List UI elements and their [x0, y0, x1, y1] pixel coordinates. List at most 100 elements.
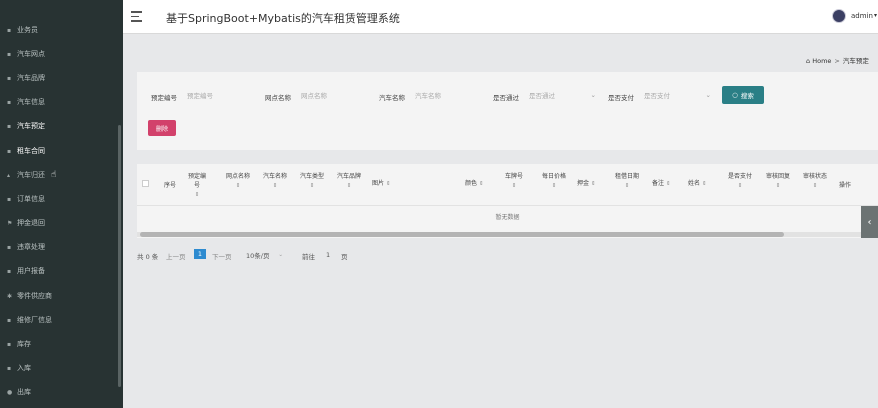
col-header-index[interactable]: 序号: [163, 181, 177, 190]
col-header-name[interactable]: 姓名 ⇕: [688, 179, 714, 189]
grid-icon: ▪: [7, 26, 12, 34]
grid-icon: ▪: [7, 195, 12, 203]
paid-label: 是否支付: [608, 94, 634, 102]
col-header-plate-no[interactable]: 车牌号 ⇕: [501, 172, 527, 191]
sort-icon: ⇕: [309, 183, 315, 189]
chevron-left-icon[interactable]: ‹: [861, 206, 878, 238]
col-header-label: 押金: [577, 180, 590, 187]
col-header-label: 姓名: [688, 180, 701, 187]
sidebar-item-label: 订单信息: [17, 195, 45, 203]
col-header-reservation-no[interactable]: 预定编号 ⇕: [186, 172, 208, 200]
chevron-down-icon[interactable]: ▾: [874, 12, 877, 19]
select-all-checkbox[interactable]: [142, 180, 149, 187]
sidebar-item-stock-in[interactable]: ▪ 入库: [0, 356, 118, 380]
chevron-down-icon: ⌄: [590, 90, 596, 99]
breadcrumb-home[interactable]: Home: [812, 57, 831, 65]
sidebar-item-stock-out[interactable]: ● 出库: [0, 380, 118, 404]
sidebar-item-label: 汽车信息: [17, 98, 45, 106]
pagination-next[interactable]: 下一页: [212, 251, 232, 261]
breadcrumb-separator: >: [834, 57, 840, 65]
col-header-deposit[interactable]: 押金 ⇕: [577, 179, 603, 189]
home-icon: ⌂: [806, 57, 811, 65]
sidebar-item-repair-shops[interactable]: ▪ 维修厂信息: [0, 308, 118, 332]
sort-icon: ⇕: [346, 183, 352, 189]
search-button[interactable]: ○ 搜索: [722, 86, 764, 104]
sidebar-item-suppliers[interactable]: ✱ 零件供应商: [0, 284, 118, 308]
sort-icon: ⇕: [665, 181, 671, 187]
approved-select[interactable]: 是否通过 ⌄: [525, 86, 600, 103]
paid-select[interactable]: 是否支付 ⌄: [640, 86, 715, 103]
grid-icon: ▪: [7, 74, 12, 82]
paid-select-value: 是否支付: [644, 91, 670, 100]
sidebar-item-deposit-refund[interactable]: ⚑ 押金退回: [0, 211, 118, 235]
col-header-review-status[interactable]: 审核状态 ⇕: [799, 172, 831, 191]
search-button-label: 搜索: [740, 92, 754, 100]
goto-label: 前往: [302, 253, 315, 261]
reservation-no-label: 预定编号: [151, 94, 177, 102]
delete-button[interactable]: 删除: [148, 120, 176, 136]
car-name-label: 汽车名称: [379, 94, 405, 102]
user-name[interactable]: admin: [851, 12, 873, 20]
sidebar-item-label: 用户报备: [17, 267, 45, 275]
car-name-input[interactable]: 汽车名称: [411, 86, 481, 103]
sidebar-item-reservation[interactable]: ▪ 汽车预定: [0, 114, 118, 138]
reservation-no-input[interactable]: 预定编号: [183, 86, 253, 103]
goto-page-input[interactable]: 1: [326, 251, 330, 259]
table-scrollbar-thumb[interactable]: [140, 232, 784, 237]
chevron-down-icon: ⌄: [705, 90, 711, 99]
sort-icon: ⇕: [701, 181, 707, 187]
sidebar-item-orders[interactable]: ▪ 订单信息: [0, 187, 118, 211]
chevron-down-icon: ⌄: [278, 251, 283, 258]
branch-name-input[interactable]: 网点名称: [297, 86, 367, 103]
sidebar-item-brands[interactable]: ▪ 汽车品牌: [0, 66, 118, 90]
sort-icon: ⇕: [737, 183, 743, 189]
sidebar-item-salesman[interactable]: ▪ 业务员: [0, 18, 118, 42]
col-header-color[interactable]: 颜色 ⇕: [465, 179, 491, 189]
sidebar-item-inventory[interactable]: ▪ 库存: [0, 332, 118, 356]
col-header-car-name[interactable]: 汽车名称 ⇕: [260, 172, 290, 191]
col-header-label: 预定编号: [187, 173, 206, 189]
col-header-branch-name[interactable]: 网点名称 ⇕: [223, 172, 253, 191]
pagination-page-current[interactable]: 1: [194, 249, 206, 259]
sidebar-item-label: 汽车预定: [17, 122, 45, 130]
gear-icon: ✱: [7, 292, 13, 300]
cursor-icon: ☝: [51, 170, 57, 180]
col-header-remark[interactable]: 备注 ⇕: [652, 179, 678, 189]
col-header-review-reply[interactable]: 审核回复 ⇕: [762, 172, 794, 191]
col-header-car-brand[interactable]: 汽车品牌 ⇕: [334, 172, 364, 191]
app-title: 基于SpringBoot+Mybatis的汽车租赁管理系统: [166, 12, 400, 25]
pin-icon: ●: [7, 388, 13, 396]
col-header-paid[interactable]: 是否支付 ⇕: [724, 172, 756, 191]
sidebar-item-label: 零件供应商: [17, 292, 52, 300]
col-header-image[interactable]: 图片 ⇕: [372, 179, 398, 189]
menu-toggle-icon[interactable]: [131, 11, 142, 22]
col-header-rent-date[interactable]: 租借日期 ⇕: [612, 172, 642, 191]
avatar[interactable]: [832, 9, 846, 23]
pagination-prev[interactable]: 上一页: [166, 251, 186, 261]
flag-icon: ⚑: [7, 219, 13, 227]
sidebar-item-cars[interactable]: ▪ 汽车信息: [0, 90, 118, 114]
col-header-label: 车牌号: [504, 173, 523, 180]
sidebar-item-label: 库存: [17, 340, 31, 348]
branch-name-label: 网点名称: [265, 94, 291, 102]
col-header-car-type[interactable]: 汽车类型 ⇕: [297, 172, 327, 191]
page-size-select[interactable]: 10条/页 ⌄: [243, 249, 285, 260]
sidebar-item-label: 维修厂信息: [17, 316, 52, 324]
sidebar-scrollbar[interactable]: [118, 125, 121, 387]
sidebar-item-violations[interactable]: ▪ 违章处理: [0, 235, 118, 259]
sidebar: ▪ 业务员 ▪ 汽车网点 ▪ 汽车品牌 ▪ 汽车信息 ▪ 汽车预定 ▪ 租车合同 ▴ 汽车归还…: [0, 0, 123, 408]
sidebar-item-user-report[interactable]: ▪ 用户报备: [0, 259, 118, 283]
grid-icon: ▪: [7, 50, 12, 58]
sidebar-item-return[interactable]: ▴ 汽车归还 ☝: [0, 163, 118, 187]
page-size-value: 10条/页: [246, 251, 270, 260]
sidebar-item-contract[interactable]: ▪ 租车合同: [0, 139, 118, 163]
sort-icon: ⇕: [590, 181, 596, 187]
col-header-label: 审核回复: [765, 173, 790, 180]
grid-icon: ▪: [7, 267, 12, 275]
pagination-total: 共 0 条: [137, 253, 159, 261]
col-header-label: 每日价格: [541, 173, 566, 180]
grid-icon: ▪: [7, 316, 12, 324]
sort-icon: ⇕: [775, 183, 781, 189]
sidebar-item-branches[interactable]: ▪ 汽车网点: [0, 42, 118, 66]
col-header-daily-price[interactable]: 每日价格 ⇕: [539, 172, 569, 191]
